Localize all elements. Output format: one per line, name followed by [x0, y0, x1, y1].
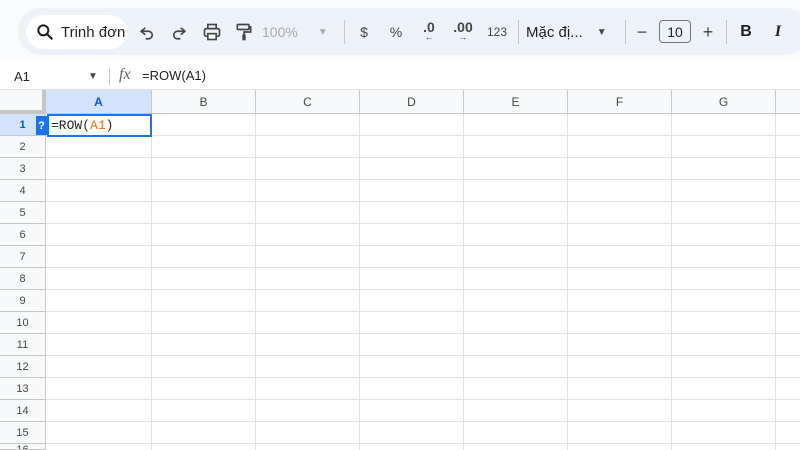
row-header-3[interactable]: 3 [0, 158, 46, 180]
decrease-font-size-button[interactable]: − [632, 18, 652, 46]
percent-format-button[interactable]: % [386, 18, 406, 46]
gridline [46, 157, 800, 158]
decrease-decimal-button[interactable]: .0 ← [417, 18, 441, 46]
cell-formula-ref: A1 [90, 118, 106, 133]
column-header-f[interactable]: F [568, 90, 672, 114]
paint-format-icon [236, 23, 252, 41]
gridline [46, 179, 800, 180]
column-header-a[interactable]: A [46, 90, 152, 114]
gridline [359, 114, 360, 450]
gridline [46, 377, 800, 378]
formula-help-button[interactable]: ? [36, 116, 47, 135]
decrease-decimal-label: .0 [423, 19, 435, 35]
undo-button[interactable] [136, 18, 158, 46]
font-name: Mặc đị... [526, 23, 583, 41]
chevron-down-icon: ▼ [317, 26, 328, 38]
toolbar: Trinh đơn 100% ▼ $ % .0 ← .00 → 123 Mặc … [0, 0, 800, 63]
zoom-select[interactable]: 100% ▼ [262, 18, 337, 46]
row-header-4[interactable]: 4 [0, 180, 46, 202]
toolbar-divider [518, 20, 519, 44]
row-header-2[interactable]: 2 [0, 136, 46, 158]
toolbar-divider [726, 20, 727, 44]
row-header-13[interactable]: 13 [0, 378, 46, 400]
increase-font-size-button[interactable]: + [698, 18, 718, 46]
row-header-15[interactable]: 15 [0, 422, 46, 444]
undo-icon [140, 27, 154, 40]
arrow-left-icon: ← [424, 32, 434, 42]
spreadsheet-grid[interactable]: A B C D E F G 1 2 3 4 5 6 7 8 9 10 11 12… [0, 90, 800, 450]
gridline [46, 399, 800, 400]
gridline [775, 114, 776, 450]
formula-prefix: =ROW( [142, 68, 186, 83]
paint-format-button[interactable] [233, 18, 255, 46]
column-header-b[interactable]: B [152, 90, 256, 114]
gridline [46, 135, 800, 136]
row-header-16[interactable]: 16 [0, 444, 46, 450]
formula-input[interactable]: =ROW(A1) [142, 68, 206, 83]
menu-search-button[interactable]: Trinh đơn [26, 15, 127, 49]
row-header-7[interactable]: 7 [0, 246, 46, 268]
row-header-9[interactable]: 9 [0, 290, 46, 312]
name-box[interactable]: A1 ▼ [0, 63, 105, 89]
redo-button[interactable] [168, 18, 190, 46]
chevron-down-icon: ▼ [596, 26, 607, 38]
column-header-c[interactable]: C [256, 90, 360, 114]
italic-button[interactable]: I [768, 18, 788, 46]
gridline [46, 333, 800, 334]
gridline [151, 114, 152, 450]
gridline [46, 245, 800, 246]
name-box-value: A1 [14, 68, 30, 84]
zoom-value: 100% [262, 24, 298, 40]
gridline [46, 267, 800, 268]
arrow-right-icon: → [458, 32, 468, 42]
gridline [46, 443, 800, 444]
font-size-input[interactable]: 10 [659, 20, 691, 43]
row-header-6[interactable]: 6 [0, 224, 46, 246]
formula-bar: A1 ▼ fx =ROW(A1) [0, 63, 800, 90]
cell-formula-suffix: ) [105, 118, 114, 133]
column-header-g[interactable]: G [672, 90, 776, 114]
active-cell-a1[interactable]: =ROW(A1) [47, 114, 152, 137]
menu-search-label: Trinh đơn [61, 23, 126, 41]
increase-decimal-button[interactable]: .00 → [450, 18, 476, 46]
redo-icon [172, 27, 186, 40]
gridline [46, 223, 800, 224]
row-header-5[interactable]: 5 [0, 202, 46, 224]
bold-button[interactable]: B [736, 18, 756, 46]
formula-suffix: ) [201, 68, 206, 83]
gridline [671, 114, 672, 450]
toolbar-divider [344, 20, 345, 44]
gridline [46, 421, 800, 422]
cell-formula-prefix: =ROW( [51, 118, 91, 133]
row-header-8[interactable]: 8 [0, 268, 46, 290]
row-header-11[interactable]: 11 [0, 334, 46, 356]
toolbar-divider [625, 20, 626, 44]
print-icon [203, 23, 221, 41]
column-header-d[interactable]: D [360, 90, 464, 114]
gridline [46, 311, 800, 312]
column-header-e[interactable]: E [464, 90, 568, 114]
row-header-12[interactable]: 12 [0, 356, 46, 378]
formula-ref: A1 [185, 68, 202, 83]
print-button[interactable] [200, 18, 224, 46]
fx-icon: fx [119, 66, 131, 83]
currency-format-button[interactable]: $ [355, 18, 373, 46]
font-select[interactable]: Mặc đị... ▼ [526, 18, 616, 46]
column-header-h[interactable] [776, 90, 800, 114]
gridline [46, 201, 800, 202]
select-all-corner[interactable] [0, 90, 46, 114]
gridline [46, 355, 800, 356]
search-icon [37, 24, 53, 40]
gridline [567, 114, 568, 450]
increase-decimal-label: .00 [453, 19, 473, 35]
gridline [255, 114, 256, 450]
gridline [463, 114, 464, 450]
row-header-14[interactable]: 14 [0, 400, 46, 422]
gridline [46, 289, 800, 290]
formula-bar-divider [109, 68, 110, 85]
row-header-10[interactable]: 10 [0, 312, 46, 334]
chevron-down-icon[interactable]: ▼ [88, 71, 98, 82]
number-format-button[interactable]: 123 [484, 18, 510, 46]
